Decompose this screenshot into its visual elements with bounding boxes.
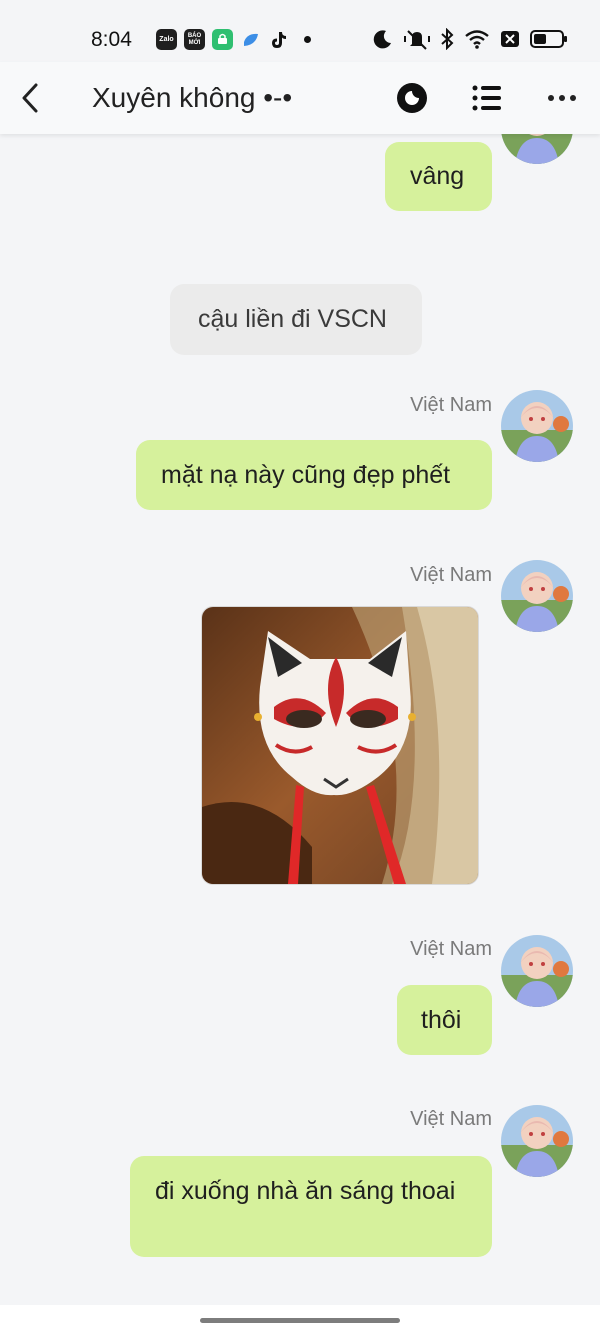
battery-icon — [530, 30, 567, 48]
status-time: 8:04 — [91, 28, 132, 51]
theme-button[interactable] — [392, 78, 432, 118]
no-sim-icon — [501, 31, 519, 47]
green-app-icon — [212, 29, 233, 50]
moon-icon — [373, 30, 391, 49]
avatar[interactable] — [501, 1105, 573, 1177]
more-options-button[interactable] — [542, 78, 582, 118]
more-notifications-dot — [304, 36, 311, 43]
more-icon — [548, 95, 576, 101]
baomoi-icon: BÁO MỚI — [184, 29, 205, 50]
avatar-image — [501, 1105, 573, 1177]
sender-name: Việt Nam — [410, 1108, 492, 1130]
list-button[interactable] — [467, 78, 507, 118]
avatar[interactable] — [501, 935, 573, 1007]
tiktok-icon — [268, 29, 289, 50]
mute-vibrate-icon — [404, 30, 430, 50]
wifi-icon — [465, 30, 489, 49]
notification-icons: Zalo BÁO MỚI — [156, 29, 311, 50]
fox-mask-photo[interactable] — [201, 606, 479, 885]
avatar-image — [501, 935, 573, 1007]
back-button[interactable] — [12, 78, 48, 118]
avatar[interactable] — [501, 390, 573, 462]
blue-app-icon — [240, 29, 261, 50]
home-indicator[interactable] — [200, 1318, 400, 1323]
system-message: cậu liền đi VSCN — [170, 284, 422, 355]
chat-title[interactable]: Xuyên không •-• — [92, 82, 292, 114]
message-bubble[interactable]: mặt nạ này cũng đẹp phết — [136, 440, 492, 510]
theme-icon — [397, 83, 427, 113]
message-bubble[interactable]: thôi — [397, 985, 492, 1055]
message-list[interactable]: vâng cậu liền đi VSCN Việt Nam mặt nạ nà… — [0, 134, 600, 1305]
message-bubble[interactable]: vâng — [385, 142, 492, 211]
zalo-icon: Zalo — [156, 29, 177, 50]
sender-name: Việt Nam — [410, 394, 492, 416]
sender-name: Việt Nam — [410, 938, 492, 960]
navigation-bar — [0, 1305, 600, 1333]
chat-header: Xuyên không •-• — [0, 62, 600, 134]
back-icon — [22, 83, 38, 113]
avatar[interactable] — [501, 560, 573, 632]
avatar-image — [501, 560, 573, 632]
avatar-image — [501, 134, 573, 164]
avatar[interactable] — [501, 134, 573, 164]
system-status-icons — [372, 28, 568, 50]
list-icon — [472, 85, 501, 111]
bluetooth-icon — [441, 28, 454, 50]
avatar-image — [501, 390, 573, 462]
sender-name: Việt Nam — [410, 564, 492, 586]
message-bubble[interactable]: đi xuống nhà ăn sáng thoai — [130, 1156, 492, 1257]
